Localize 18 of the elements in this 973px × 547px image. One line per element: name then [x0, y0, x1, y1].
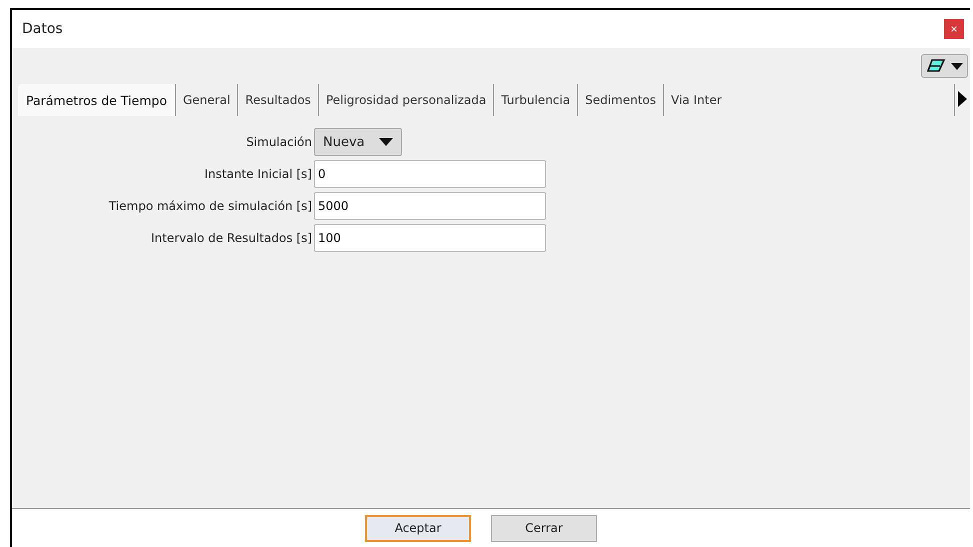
window-title: Datos: [22, 21, 63, 37]
right-arrow-icon: [958, 90, 967, 106]
caret-icon: [378, 138, 393, 146]
simulation-dropdown[interactable]: Nueva: [314, 128, 402, 156]
dialog-button[interactable]: Aceptar: [365, 514, 471, 542]
close-button[interactable]: ×: [944, 19, 964, 39]
input-field[interactable]: 0: [314, 160, 546, 188]
tab[interactable]: Parámetros de Tiempo: [18, 84, 175, 116]
field-label: Tiempo máximo de simulación [s]: [108, 199, 312, 213]
input-field[interactable]: 5000: [314, 192, 546, 220]
field-label: Instante Inicial [s]: [204, 167, 312, 181]
field-label: Intervalo de Resultados [s]: [150, 231, 312, 245]
caret-icon: [951, 62, 963, 70]
input-field[interactable]: 100: [314, 224, 546, 252]
eraser-icon: [926, 58, 946, 74]
eraser-dropdown-button[interactable]: [921, 54, 968, 78]
field-label: Simulación: [245, 135, 312, 149]
dialog-button[interactable]: Cerrar: [491, 514, 597, 542]
